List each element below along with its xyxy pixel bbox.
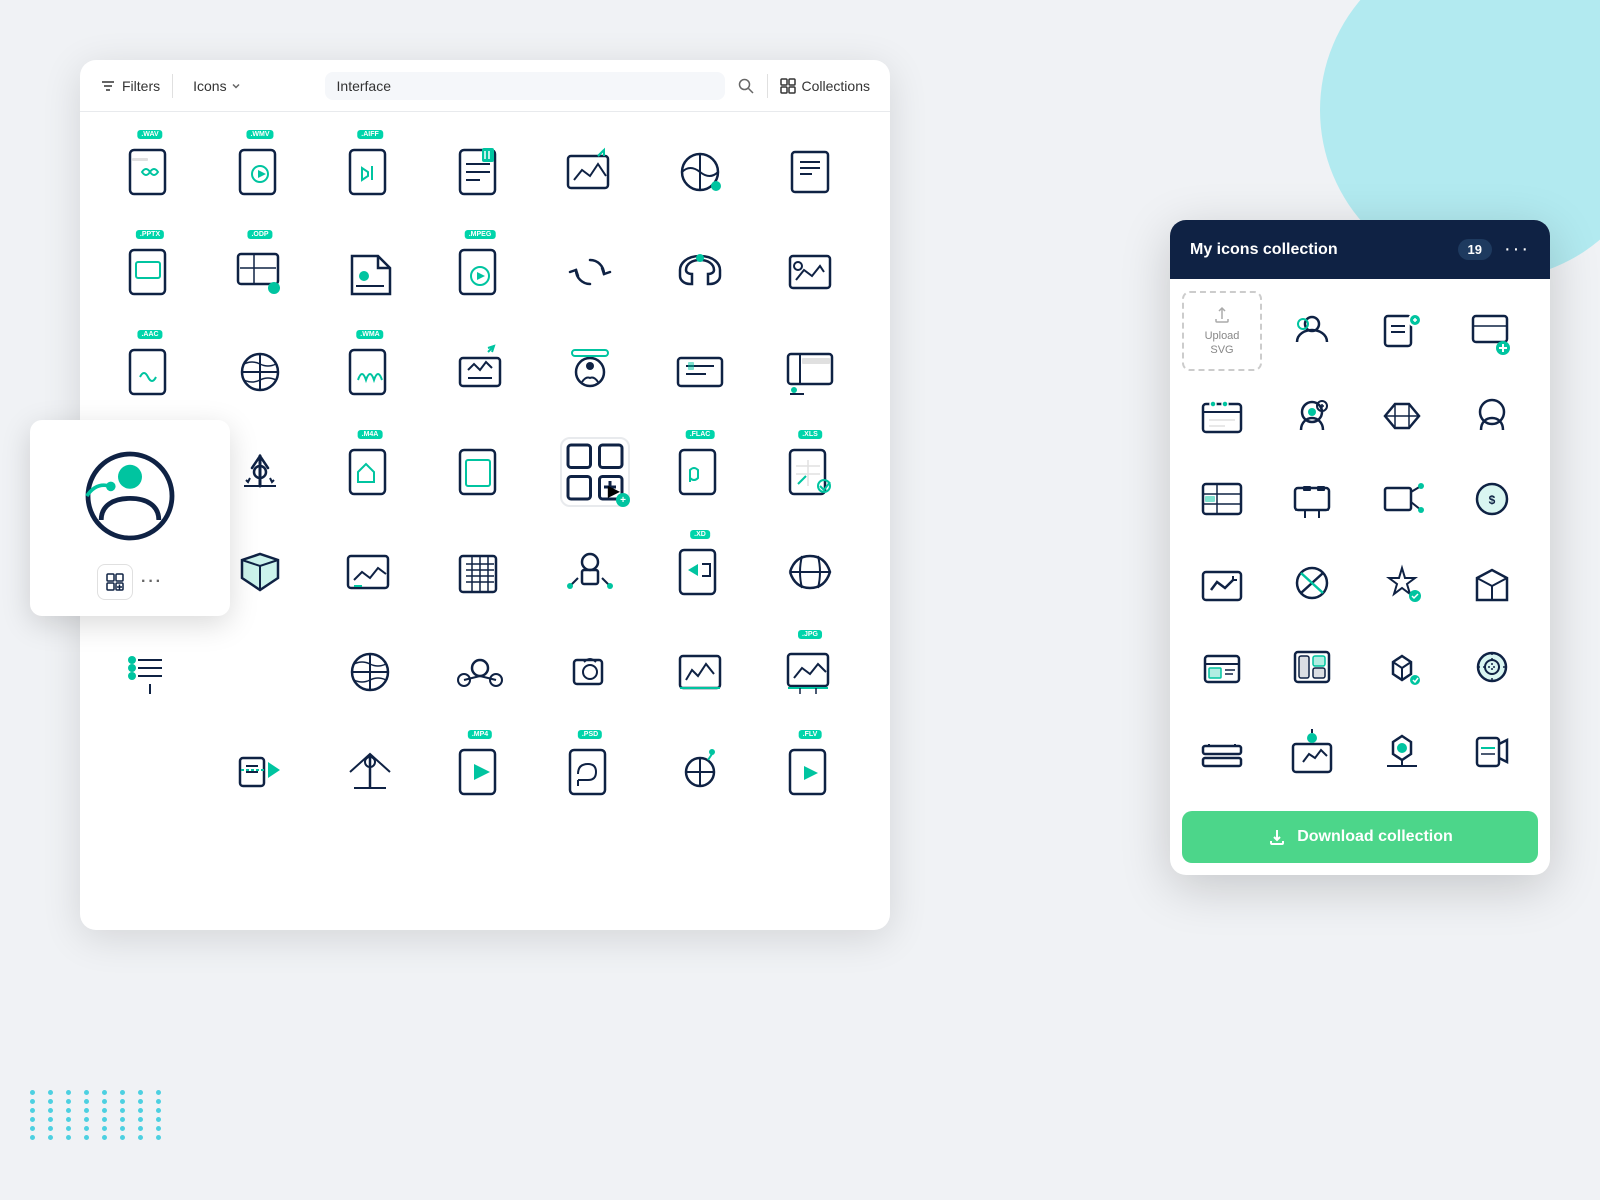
list-item[interactable]: [430, 122, 530, 222]
collection-count: 19: [1458, 239, 1492, 260]
list-item[interactable]: [760, 122, 860, 222]
collection-icon-item[interactable]: [1272, 627, 1352, 707]
collection-icon-item[interactable]: [1452, 543, 1532, 623]
list-item[interactable]: .PSD: [540, 722, 640, 822]
list-item[interactable]: [210, 622, 310, 722]
list-item[interactable]: .XD: [650, 522, 750, 622]
list-item[interactable]: [430, 422, 530, 522]
collection-icon-item[interactable]: [1182, 543, 1262, 623]
list-item[interactable]: [650, 722, 750, 822]
collection-icon-item[interactable]: [1272, 459, 1352, 539]
list-item[interactable]: .MPEG: [430, 222, 530, 322]
list-item[interactable]: [760, 522, 860, 622]
collection-title: My icons collection: [1190, 241, 1446, 259]
list-item[interactable]: .PPTX: [100, 222, 200, 322]
collection-icon-item[interactable]: [1272, 291, 1352, 371]
icons-dropdown[interactable]: Icons: [185, 74, 248, 98]
list-item[interactable]: .XLS: [760, 422, 860, 522]
collection-icon-item[interactable]: [1182, 459, 1262, 539]
list-item[interactable]: .ODP: [210, 222, 310, 322]
list-item[interactable]: .WMV: [210, 122, 310, 222]
list-item[interactable]: [650, 222, 750, 322]
list-item[interactable]: [540, 622, 640, 722]
list-item[interactable]: [540, 522, 640, 622]
preview-actions: ···: [97, 564, 163, 600]
list-item[interactable]: [430, 522, 530, 622]
collection-icon-item[interactable]: [1452, 711, 1532, 791]
collection-panel: My icons collection 19 ··· UploadSVG: [1170, 220, 1550, 875]
collection-icon-item[interactable]: $: [1452, 459, 1532, 539]
collection-icon-item[interactable]: [1182, 711, 1262, 791]
collection-grid: UploadSVG: [1170, 279, 1550, 803]
list-item[interactable]: .WMA: [320, 322, 420, 422]
list-item[interactable]: [100, 622, 200, 722]
list-item[interactable]: [650, 622, 750, 722]
collection-icon-item[interactable]: [1452, 375, 1532, 455]
list-item[interactable]: [760, 322, 860, 422]
collection-icon-item[interactable]: [1272, 375, 1352, 455]
collection-icon-item[interactable]: [1272, 543, 1352, 623]
list-item[interactable]: [210, 722, 310, 822]
collection-icon-item[interactable]: [1452, 627, 1532, 707]
list-item[interactable]: [430, 322, 530, 422]
download-collection-button[interactable]: Download collection: [1182, 811, 1538, 863]
collection-icon-item[interactable]: [1362, 375, 1442, 455]
collection-header: My icons collection 19 ···: [1170, 220, 1550, 279]
search-box: [325, 72, 725, 100]
list-item[interactable]: [320, 522, 420, 622]
list-item[interactable]: [320, 722, 420, 822]
upload-svg-button[interactable]: UploadSVG: [1182, 291, 1262, 371]
toolbar-divider: [172, 74, 173, 98]
list-item[interactable]: [650, 122, 750, 222]
list-item[interactable]: .MP4: [430, 722, 530, 822]
collection-icon-item[interactable]: [1272, 711, 1352, 791]
collection-icon-item[interactable]: [1452, 291, 1532, 371]
dots-pattern: [30, 1090, 170, 1140]
download-button-label: Download collection: [1297, 828, 1453, 846]
list-item[interactable]: [760, 222, 860, 322]
add-to-collection-button[interactable]: + ▶: [560, 437, 630, 507]
collection-icon-item[interactable]: [1362, 543, 1442, 623]
add-to-collection-icon-btn[interactable]: [97, 564, 133, 600]
svg-text:$: $: [1489, 493, 1496, 507]
list-item[interactable]: [650, 322, 750, 422]
icon-preview-card: ···: [30, 420, 230, 616]
list-item[interactable]: [320, 622, 420, 722]
list-item[interactable]: [540, 322, 640, 422]
collections-button[interactable]: Collections: [780, 78, 870, 94]
collection-more-button[interactable]: ···: [1504, 238, 1530, 261]
collection-icon-item[interactable]: [1362, 711, 1442, 791]
collection-icon-item[interactable]: [1362, 627, 1442, 707]
list-item[interactable]: .JPG: [760, 622, 860, 722]
more-options-button[interactable]: ···: [141, 573, 163, 591]
collection-icon-item[interactable]: [1182, 627, 1262, 707]
list-item[interactable]: [540, 122, 640, 222]
search-input[interactable]: [337, 78, 713, 94]
list-item[interactable]: .FLAC: [650, 422, 750, 522]
list-item[interactable]: [430, 622, 530, 722]
preview-icon: [70, 436, 190, 556]
list-item[interactable]: [100, 722, 200, 822]
list-item[interactable]: .AAC: [100, 322, 200, 422]
collection-icon-item[interactable]: [1362, 459, 1442, 539]
collection-icon-item[interactable]: [1362, 291, 1442, 371]
filters-button[interactable]: Filters: [100, 78, 160, 94]
list-item[interactable]: .M4A: [320, 422, 420, 522]
list-item[interactable]: [540, 222, 640, 322]
list-item[interactable]: .AIFF: [320, 122, 420, 222]
list-item[interactable]: .FLV: [760, 722, 860, 822]
search-icon[interactable]: [737, 77, 755, 95]
list-item[interactable]: [320, 222, 420, 322]
toolbar-divider-2: [767, 74, 768, 98]
toolbar: Filters Icons Collections: [80, 60, 890, 112]
collection-icon-item[interactable]: [1182, 375, 1262, 455]
upload-text: UploadSVG: [1205, 329, 1240, 358]
list-item[interactable]: [210, 322, 310, 422]
list-item[interactable]: .WAV: [100, 122, 200, 222]
